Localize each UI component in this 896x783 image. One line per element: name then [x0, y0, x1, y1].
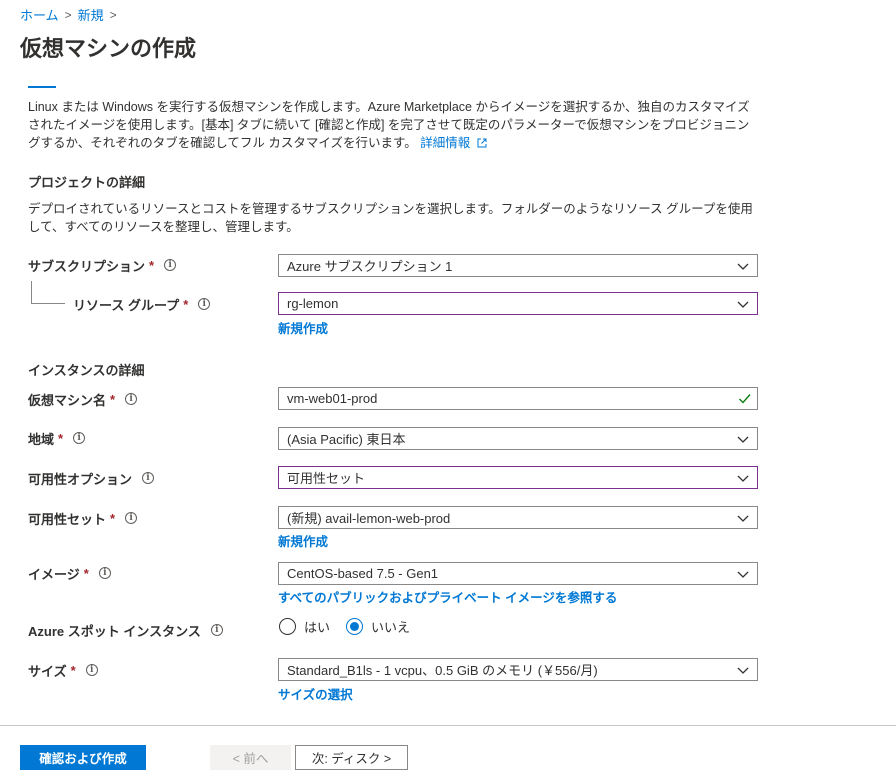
availability-set-value: (新規) avail-lemon-web-prod	[287, 511, 451, 526]
availability-option-select[interactable]: 可用性セット	[278, 466, 758, 489]
select-size-link[interactable]: サイズの選択	[278, 684, 353, 703]
spot-instance-label-text: Azure スポット インスタンス	[28, 623, 201, 639]
breadcrumb-new-link[interactable]: 新規	[78, 5, 104, 24]
image-value: CentOS-based 7.5 - Gen1	[287, 566, 439, 581]
chevron-down-icon	[737, 263, 749, 270]
info-icon[interactable]: i	[85, 664, 98, 676]
vm-name-label: 仮想マシン名 * i	[28, 389, 138, 409]
region-select[interactable]: (Asia Pacific) 東日本	[278, 427, 758, 450]
image-select[interactable]: CentOS-based 7.5 - Gen1	[278, 562, 758, 585]
chevron-down-icon	[737, 667, 749, 674]
create-resource-group-link[interactable]: 新規作成	[278, 318, 328, 337]
checkmark-icon	[739, 394, 751, 404]
info-icon[interactable]: i	[164, 259, 177, 271]
required-mark: *	[110, 510, 116, 526]
vm-name-input[interactable]: vm-web01-prod	[278, 387, 758, 410]
spot-yes-label[interactable]: はい	[304, 617, 330, 636]
required-mark: *	[110, 391, 116, 407]
info-icon[interactable]: i	[98, 567, 111, 579]
learn-more-link[interactable]: 詳細情報	[420, 136, 487, 150]
tab-indicator	[28, 86, 56, 88]
info-icon[interactable]: i	[125, 512, 138, 524]
required-mark: *	[70, 662, 76, 678]
resource-group-label: リソース グループ * i	[73, 294, 211, 314]
tree-connector	[31, 303, 65, 304]
breadcrumb-separator: >	[109, 7, 117, 22]
image-label: イメージ * i	[28, 563, 111, 583]
previous-button[interactable]: < 前へ	[210, 745, 291, 770]
chevron-down-icon	[737, 301, 749, 308]
spot-no-radio[interactable]	[346, 618, 364, 635]
info-icon[interactable]: i	[125, 393, 138, 405]
info-icon[interactable]: i	[198, 298, 211, 310]
info-icon[interactable]: i	[210, 624, 223, 636]
spot-no-label[interactable]: いいえ	[371, 617, 410, 636]
spot-instance-label: Azure スポット インスタンス i	[28, 620, 223, 640]
footer-divider	[0, 725, 896, 726]
project-details-heading: プロジェクトの詳細	[28, 175, 146, 190]
intro-text: Linux または Windows を実行する仮想マシンを作成します。Azure…	[28, 98, 758, 152]
size-select[interactable]: Standard_B1ls - 1 vcpu、0.5 GiB のメモリ (￥55…	[278, 658, 758, 681]
external-link-icon	[477, 138, 487, 148]
region-value: (Asia Pacific) 東日本	[287, 432, 406, 447]
availability-set-label-text: 可用性セット	[28, 511, 107, 527]
size-label-text: サイズ	[28, 663, 67, 679]
vm-name-label-text: 仮想マシン名	[28, 392, 107, 408]
info-icon[interactable]: i	[142, 472, 155, 484]
required-mark: *	[183, 296, 189, 312]
tree-connector	[31, 281, 32, 303]
instance-details-heading: インスタンスの詳細	[28, 363, 145, 378]
region-label: 地域 * i	[28, 428, 86, 448]
create-availability-set-link[interactable]: 新規作成	[278, 531, 328, 550]
resource-group-label-text: リソース グループ	[73, 297, 180, 313]
subscription-label-text: サブスクリプション	[28, 258, 146, 274]
intro-description: Linux または Windows を実行する仮想マシンを作成します。Azure…	[28, 100, 750, 150]
subscription-select[interactable]: Azure サブスクリプション 1	[278, 254, 758, 277]
spot-instance-radio-group: はい いいえ	[279, 617, 426, 636]
resource-group-value: rg-lemon	[287, 296, 339, 311]
chevron-down-icon	[737, 436, 749, 443]
required-mark: *	[83, 565, 89, 581]
project-details-description: デプロイされているリソースとコストを管理するサブスクリプションを選択します。フォ…	[28, 202, 753, 234]
breadcrumb-separator: >	[64, 7, 72, 22]
chevron-down-icon	[737, 571, 749, 578]
required-mark: *	[149, 257, 155, 273]
availability-set-label: 可用性セット * i	[28, 508, 138, 528]
size-label: サイズ * i	[28, 660, 98, 680]
vm-name-value: vm-web01-prod	[287, 391, 378, 406]
chevron-down-icon	[737, 475, 749, 482]
availability-option-label-text: 可用性オプション	[28, 471, 133, 487]
browse-images-link[interactable]: すべてのパブリックおよびプライベート イメージを参照する	[278, 587, 617, 606]
availability-set-select[interactable]: (新規) avail-lemon-web-prod	[278, 506, 758, 529]
breadcrumb-home-link[interactable]: ホーム	[20, 5, 59, 24]
page-title: 仮想マシンの作成	[20, 36, 197, 61]
learn-more-label: 詳細情報	[420, 136, 471, 150]
availability-option-value: 可用性セット	[287, 471, 366, 486]
subscription-label: サブスクリプション * i	[28, 255, 177, 275]
chevron-down-icon	[737, 515, 749, 522]
subscription-value: Azure サブスクリプション 1	[287, 259, 453, 274]
spot-yes-radio[interactable]	[279, 618, 296, 635]
size-value: Standard_B1ls - 1 vcpu、0.5 GiB のメモリ (￥55…	[287, 663, 598, 678]
region-label-text: 地域	[28, 431, 55, 447]
next-disks-button[interactable]: 次: ディスク >	[295, 745, 408, 770]
info-icon[interactable]: i	[73, 432, 86, 444]
breadcrumb: ホーム > 新規 >	[20, 5, 123, 24]
review-create-button[interactable]: 確認および作成	[20, 745, 146, 770]
image-label-text: イメージ	[28, 566, 80, 582]
resource-group-select[interactable]: rg-lemon	[278, 292, 758, 315]
required-mark: *	[58, 430, 64, 446]
availability-option-label: 可用性オプション i	[28, 468, 155, 488]
